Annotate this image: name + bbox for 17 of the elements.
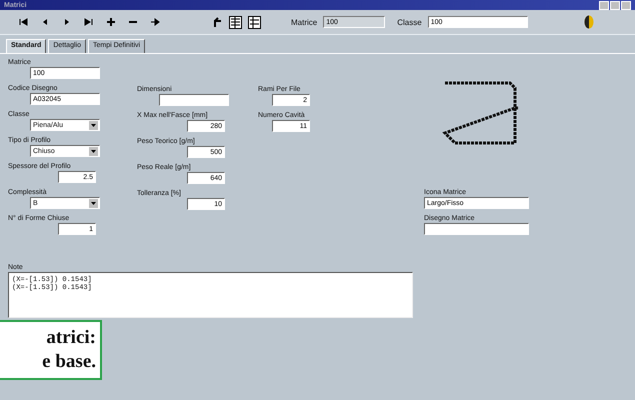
moon-icon[interactable] — [584, 15, 594, 29]
plus-icon[interactable] — [106, 17, 116, 27]
field-label: Classe — [397, 18, 422, 26]
table-icon[interactable] — [248, 16, 261, 28]
last-icon[interactable] — [84, 17, 94, 27]
grid-icon[interactable] — [229, 16, 242, 28]
caption-text: e base. — [41, 350, 96, 374]
undo-icon[interactable] — [212, 16, 223, 28]
dropdown-arrow-icon[interactable] — [89, 120, 98, 130]
arrow-icon[interactable] — [150, 17, 160, 27]
field-label: Matrice — [291, 18, 318, 26]
input-field[interactable] — [159, 94, 229, 106]
input-field[interactable] — [424, 223, 529, 235]
dropdown-arrow-icon[interactable] — [89, 198, 98, 208]
dropdown-arrow-icon[interactable] — [89, 146, 98, 156]
caption-text: atrici: — [45, 326, 96, 350]
first-icon[interactable] — [18, 17, 28, 27]
